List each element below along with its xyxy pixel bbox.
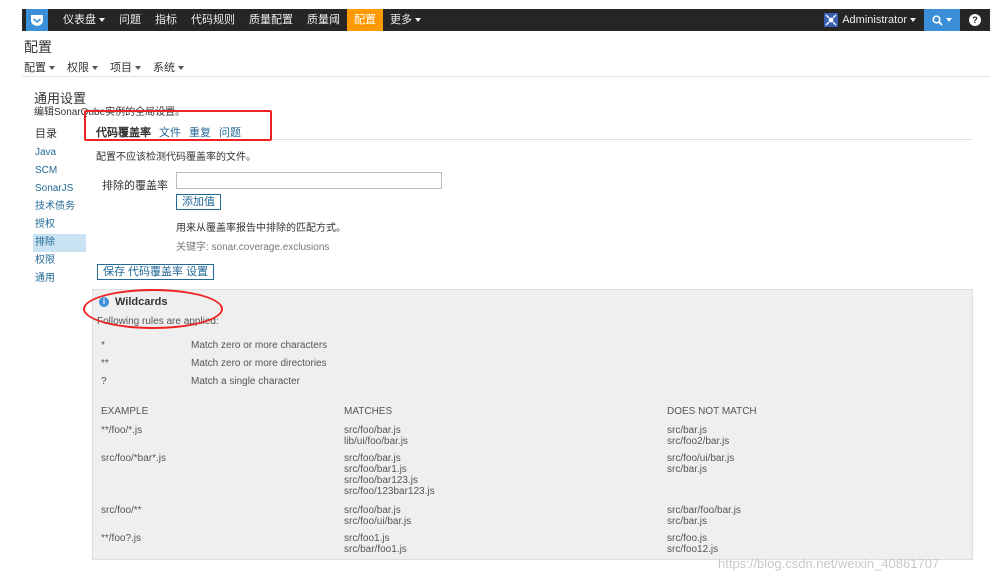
example-pattern: **/foo/*.js — [101, 425, 143, 436]
example-match: src/foo/bar1.js — [344, 464, 407, 475]
chevron-down-icon — [49, 66, 55, 71]
nav-item-label: 代码规则 — [191, 14, 235, 26]
table-column-header: EXAMPLE — [101, 406, 149, 417]
sidebar-item[interactable]: 授权 — [33, 216, 86, 234]
table-column-header: DOES NOT MATCH — [667, 406, 757, 417]
nav-item[interactable]: 代码规则 — [184, 9, 242, 31]
nav-item[interactable]: 仪表盘 — [56, 9, 112, 31]
example-match: src/foo/ui/bar.js — [344, 516, 412, 527]
nav-item-label: 仪表盘 — [63, 14, 96, 26]
chevron-down-icon — [946, 18, 952, 22]
sidebar-item[interactable]: SCM — [33, 162, 86, 180]
submenu-item[interactable]: 系统 — [153, 59, 184, 75]
sidebar-item[interactable]: 通用 — [33, 270, 86, 288]
submenu-item[interactable]: 项目 — [110, 59, 141, 75]
sidebar-item[interactable]: 权限 — [33, 252, 86, 270]
example-non-match: src/foo2/bar.js — [667, 436, 730, 447]
nav-right: Administrator ? — [816, 9, 990, 31]
rule-symbol: ** — [101, 358, 109, 369]
nav-item[interactable]: 更多 — [383, 9, 428, 31]
nav-item-label: 问题 — [119, 14, 141, 26]
sonarqube-logo[interactable] — [26, 9, 48, 31]
nav-item-label: 指标 — [155, 14, 177, 26]
watermark: https://blog.csdn.net/weixin_40861707 — [718, 556, 940, 571]
nav-item-label: 质量阈 — [307, 14, 340, 26]
nav-item-label: 更多 — [390, 14, 412, 26]
nav-item[interactable]: 问题 — [112, 9, 148, 31]
chevron-down-icon — [99, 18, 105, 23]
submenu-item[interactable]: 权限 — [67, 59, 98, 75]
example-non-match: src/foo/ui/bar.js — [667, 453, 735, 464]
example-non-match: src/foo.js — [667, 533, 708, 544]
example-match: lib/ui/foo/bar.js — [344, 436, 408, 447]
help-icon: ? — [969, 14, 981, 26]
example-non-match: src/bar.js — [667, 425, 708, 436]
annotation-rectangle — [84, 110, 272, 141]
field-key: 关键字: sonar.coverage.exclusions — [176, 242, 330, 253]
example-match: src/foo/bar.js — [344, 453, 401, 464]
submenu-item-label: 项目 — [110, 62, 132, 74]
example-pattern: **/foo?.js — [101, 533, 142, 544]
chevron-down-icon — [910, 18, 916, 22]
sidebar-item[interactable]: 排除 — [33, 234, 86, 252]
example-non-match: src/bar/foo/bar.js — [667, 505, 741, 516]
divider — [22, 76, 990, 77]
user-name: Administrator — [842, 14, 907, 26]
nav-items: 仪表盘 问题 指标 代码规则 质量配置 质量阈 配置 更多 — [56, 9, 428, 31]
rule-description: Match zero or more characters — [191, 340, 328, 351]
chevron-down-icon — [415, 18, 421, 23]
page-title: 配置 — [24, 39, 52, 55]
annotation-ellipse — [83, 289, 223, 329]
example-match: src/foo/bar123.js — [344, 475, 418, 486]
coverage-exclusions-label: 排除的覆盖率 — [102, 180, 168, 192]
sidebar-head: 目录 — [35, 128, 57, 140]
submenu-item[interactable]: 配置 — [24, 59, 55, 75]
nav-item[interactable]: 配置 — [347, 9, 383, 31]
nav-item[interactable]: 质量配置 — [242, 9, 300, 31]
search-button[interactable] — [924, 9, 960, 31]
sub-menu: 配置 权限 项目 系统 — [24, 59, 196, 75]
user-avatar-icon — [824, 13, 839, 27]
example-match: src/foo/bar.js — [344, 425, 401, 436]
nav-item[interactable]: 指标 — [148, 9, 184, 31]
rule-symbol: * — [101, 340, 105, 351]
example-match: src/foo/bar.js — [344, 505, 401, 516]
category-description: 配置不应该检测代码覆盖率的文件。 — [96, 152, 256, 163]
table-column-header: MATCHES — [344, 406, 393, 417]
field-help-text: 用来从覆盖率报告中排除的匹配方式。 — [176, 223, 346, 234]
shield-icon — [31, 15, 43, 26]
add-value-button[interactable]: 添加值 — [176, 194, 221, 210]
nav-item-label: 配置 — [354, 14, 376, 26]
rule-description: Match zero or more directories — [191, 358, 327, 369]
top-nav: 仪表盘 问题 指标 代码规则 质量配置 质量阈 配置 更多 Administrator ? — [22, 9, 990, 31]
settings-sidebar: 目录 Java SCM SonarJS 技术债务 授权 排除 权限 通用 — [33, 126, 86, 288]
example-match: src/foo1.js — [344, 533, 390, 544]
sidebar-item[interactable]: Java — [33, 144, 86, 162]
example-non-match: src/bar.js — [667, 464, 708, 475]
submenu-item-label: 配置 — [24, 62, 46, 74]
rule-description: Match a single character — [191, 376, 300, 387]
wildcards-panel: i Wildcards Following rules are applied:… — [92, 289, 973, 560]
example-pattern: src/foo/** — [101, 505, 142, 516]
sidebar-item[interactable]: SonarJS — [33, 180, 86, 198]
example-pattern: src/foo/*bar*.js — [101, 453, 167, 464]
nav-item-label: 质量配置 — [249, 14, 293, 26]
user-menu[interactable]: Administrator — [816, 9, 924, 31]
search-icon — [932, 14, 943, 26]
example-match: src/foo/123bar123.js — [344, 486, 435, 497]
help-button[interactable]: ? — [960, 9, 990, 31]
chevron-down-icon — [178, 66, 184, 71]
example-match: src/bar/foo1.js — [344, 544, 407, 555]
coverage-exclusions-input[interactable] — [176, 172, 442, 189]
example-non-match: src/foo12.js — [667, 544, 719, 555]
sidebar-item[interactable]: 技术债务 — [33, 198, 86, 216]
chevron-down-icon — [92, 66, 98, 71]
submenu-item-label: 权限 — [67, 62, 89, 74]
save-coverage-settings-button[interactable]: 保存 代码覆盖率 设置 — [97, 264, 215, 280]
nav-item[interactable]: 质量阈 — [300, 9, 347, 31]
rule-symbol: ? — [101, 376, 107, 387]
submenu-item-label: 系统 — [153, 62, 175, 74]
chevron-down-icon — [135, 66, 141, 71]
example-non-match: src/bar.js — [667, 516, 708, 527]
